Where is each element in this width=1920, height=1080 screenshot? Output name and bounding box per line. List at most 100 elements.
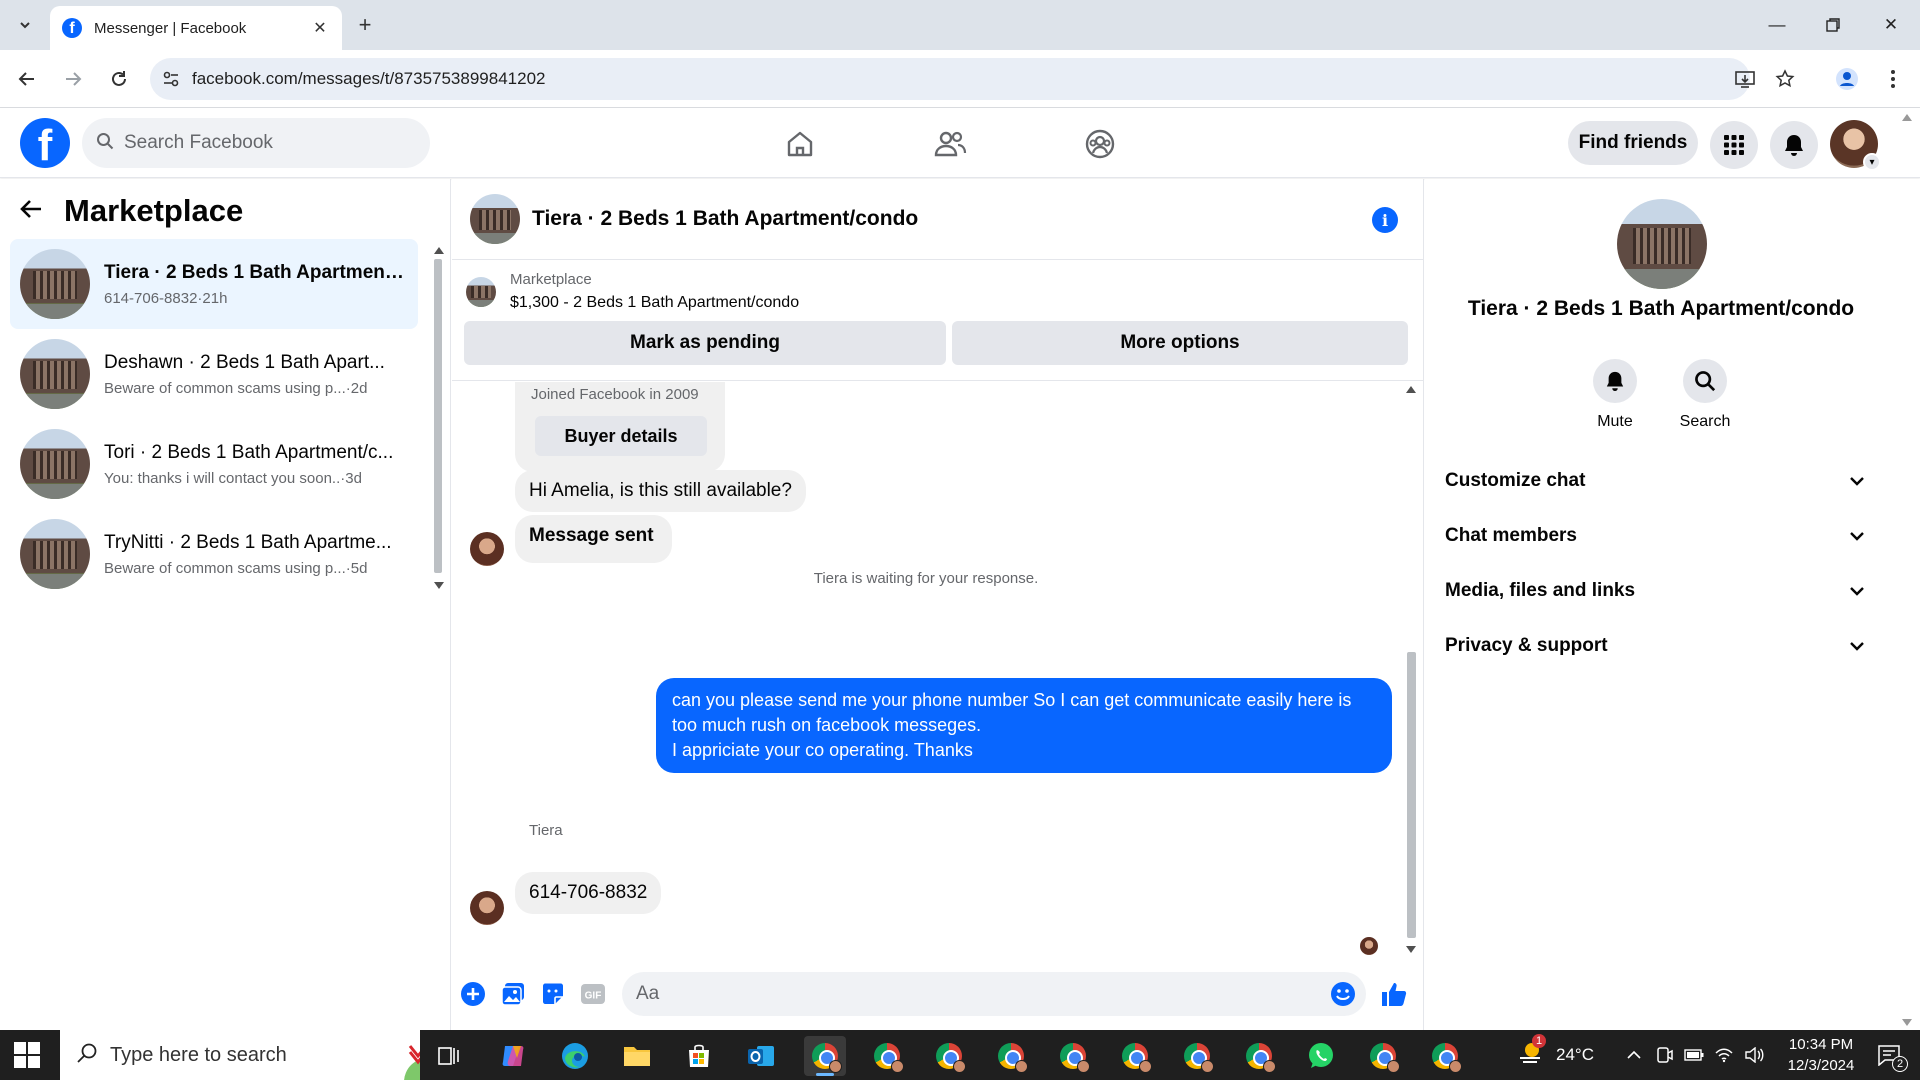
taskbar-search-input[interactable] [110, 1043, 330, 1067]
page-scrollbar[interactable] [1900, 110, 1916, 1030]
battery-icon[interactable] [1684, 1045, 1704, 1065]
wifi-icon[interactable] [1714, 1045, 1734, 1065]
chrome-window[interactable] [866, 1036, 908, 1076]
groups-icon[interactable] [1078, 122, 1122, 166]
temperature-text[interactable]: 24°C [1556, 1045, 1594, 1065]
chrome-window[interactable] [1114, 1036, 1156, 1076]
chat-members-section[interactable]: Chat members [1445, 514, 1865, 558]
back-arrow-icon[interactable] [20, 199, 42, 224]
more-actions-plus-icon[interactable] [459, 980, 487, 1008]
scroll-down-arrow-icon[interactable] [1406, 946, 1416, 953]
scroll-up-arrow-icon[interactable] [434, 247, 444, 254]
facebook-search-box[interactable] [82, 118, 430, 168]
restore-window-icon[interactable] [1818, 10, 1848, 40]
scrollbar-thumb[interactable] [434, 259, 442, 573]
search-icon[interactable] [1683, 359, 1727, 403]
scroll-down-arrow-icon[interactable] [1902, 1019, 1912, 1026]
file-explorer-icon[interactable] [616, 1036, 658, 1076]
chrome-window[interactable] [928, 1036, 970, 1076]
attach-photo-icon[interactable] [499, 980, 527, 1008]
chat-listing-thumbnail[interactable] [470, 194, 520, 244]
windows-start-icon[interactable] [14, 1042, 40, 1068]
listing-info[interactable]: Marketplace $1,300 - 2 Beds 1 Bath Apart… [466, 271, 799, 312]
emoji-smile-icon[interactable] [1330, 981, 1356, 1012]
chrome-window[interactable] [1052, 1036, 1094, 1076]
clock-date[interactable]: 12/3/2024 [1778, 1057, 1864, 1074]
bookmark-star-icon[interactable] [1770, 64, 1800, 94]
thumbs-up-like-icon[interactable] [1380, 980, 1408, 1008]
menu-grid-icon[interactable] [1710, 121, 1758, 169]
reload-icon[interactable] [104, 64, 134, 94]
edge-browser-icon[interactable] [554, 1036, 596, 1076]
favicon-letter: f [69, 20, 75, 37]
scroll-up-arrow-icon[interactable] [1902, 114, 1912, 121]
browser-profile-icon[interactable] [1832, 64, 1862, 94]
chrome-window[interactable] [1238, 1036, 1280, 1076]
address-bar[interactable]: facebook.com/messages/t/8735753899841202 [150, 58, 1750, 100]
gif-icon[interactable]: GIF [579, 980, 607, 1008]
conversation-info-icon[interactable]: i [1372, 207, 1398, 233]
media-files-links-section[interactable]: Media, files and links [1445, 569, 1865, 613]
account-avatar[interactable]: ▾ [1830, 120, 1881, 171]
friends-icon[interactable] [928, 122, 972, 166]
tab-close-icon[interactable]: ✕ [310, 18, 330, 38]
conversation-item-tiera[interactable]: Tiera · 2 Beds 1 Bath Apartment... 614-7… [10, 239, 418, 329]
find-friends-button[interactable]: Find friends [1568, 121, 1698, 165]
meet-now-icon[interactable] [1654, 1045, 1674, 1065]
buyer-details-button[interactable]: Buyer details [535, 416, 707, 456]
tab-search-chevron-icon[interactable] [12, 12, 38, 38]
scroll-up-arrow-icon[interactable] [1406, 386, 1416, 393]
message-input-box[interactable] [622, 972, 1366, 1016]
listing-profile-thumbnail[interactable] [1617, 199, 1707, 289]
sender-avatar[interactable] [470, 532, 504, 566]
conversation-list-scrollbar[interactable] [432, 243, 444, 593]
message-input[interactable] [636, 983, 1316, 1005]
new-tab-plus-icon[interactable]: + [352, 12, 378, 38]
chrome-window[interactable] [990, 1036, 1032, 1076]
search-in-conversation-action[interactable]: Search [1665, 359, 1745, 431]
show-hidden-icons-chevron-up-icon[interactable] [1624, 1045, 1644, 1065]
clock-time[interactable]: 10:34 PM [1778, 1036, 1864, 1053]
account-chevron-down-icon[interactable]: ▾ [1863, 153, 1881, 171]
chevron-down-icon [1849, 470, 1865, 492]
chrome-window-active[interactable] [804, 1036, 846, 1076]
mark-as-pending-button[interactable]: Mark as pending [464, 321, 946, 365]
notifications-bell-icon[interactable] [1770, 121, 1818, 169]
taskbar-search-box[interactable] [60, 1030, 420, 1080]
privacy-support-section[interactable]: Privacy & support [1445, 624, 1865, 668]
sticker-icon[interactable] [539, 980, 567, 1008]
close-window-icon[interactable]: ✕ [1876, 10, 1906, 40]
browser-menu-kebab-icon[interactable] [1878, 64, 1908, 94]
customize-chat-section[interactable]: Customize chat [1445, 459, 1865, 503]
sender-avatar[interactable] [470, 891, 504, 925]
chat-title[interactable]: Tiera · 2 Beds 1 Bath Apartment/condo [532, 207, 918, 231]
back-arrow-icon[interactable] [12, 64, 42, 94]
more-options-button[interactable]: More options [952, 321, 1408, 365]
microsoft-store-icon[interactable] [678, 1036, 720, 1076]
facebook-logo-icon[interactable]: f [20, 118, 70, 168]
scrollbar-thumb[interactable] [1407, 652, 1416, 938]
conversation-item-tori[interactable]: Tori · 2 Beds 1 Bath Apartment/c... You:… [10, 419, 418, 509]
chrome-window[interactable] [1176, 1036, 1218, 1076]
whatsapp-icon[interactable] [1300, 1036, 1342, 1076]
scroll-down-arrow-icon[interactable] [434, 582, 444, 589]
conversation-item-deshawn[interactable]: Deshawn · 2 Beds 1 Bath Apart... Beware … [10, 329, 418, 419]
conversation-item-trynitti[interactable]: TryNitti · 2 Beds 1 Bath Apartme... Bewa… [10, 509, 418, 599]
bell-icon[interactable] [1593, 359, 1637, 403]
mute-action[interactable]: Mute [1575, 359, 1655, 431]
minimize-window-icon[interactable]: — [1762, 10, 1792, 40]
task-view-icon[interactable] [428, 1036, 470, 1076]
message-thread-scrollbar[interactable] [1404, 382, 1418, 957]
copilot-icon[interactable] [492, 1036, 534, 1076]
forward-arrow-icon[interactable] [58, 64, 88, 94]
facebook-search-input[interactable] [124, 132, 404, 154]
chrome-icon [998, 1043, 1028, 1073]
chrome-window[interactable] [1424, 1036, 1466, 1076]
home-icon[interactable] [778, 122, 822, 166]
browser-tab[interactable]: f Messenger | Facebook ✕ [50, 6, 342, 50]
outlook-icon[interactable] [740, 1036, 782, 1076]
chrome-window[interactable] [1362, 1036, 1404, 1076]
install-app-icon[interactable] [1730, 64, 1760, 94]
volume-speaker-icon[interactable] [1744, 1045, 1764, 1065]
site-info-tune-icon[interactable] [150, 70, 192, 88]
